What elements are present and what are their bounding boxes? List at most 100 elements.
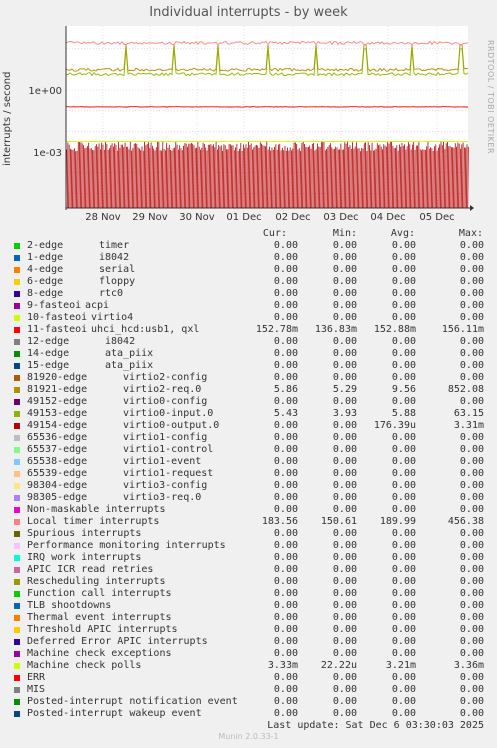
- legend-row: TLB shootdowns 0.00 0.00 0.00 0.00: [0, 600, 497, 612]
- legend-swatch: [14, 447, 20, 453]
- legend-desc: virtio1-request: [123, 468, 214, 479]
- legend-row: Function call interrupts 0.00 0.00 0.00 0.00: [0, 588, 497, 600]
- legend-swatch: [14, 543, 20, 549]
- legend-max: 0.00: [459, 648, 484, 659]
- legend-swatch: [14, 531, 20, 537]
- legend-row: 49154-edge virtio0-output.0 0.00 0.00 176.39…: [0, 420, 497, 432]
- legend-row: 81921-edge virtio2-req.0 5.86 5.29 9.56 852.0…: [0, 384, 497, 396]
- legend-swatch: [14, 411, 20, 417]
- y-tick-label: 1e-03: [33, 148, 62, 159]
- x-axis-arrow: [470, 205, 474, 211]
- legend-row: 98304-edge virtio3-config 0.00 0.00 0.00 0.00: [0, 480, 497, 492]
- legend-name: 4-edge: [27, 264, 64, 275]
- legend-max: 156.11m: [441, 324, 484, 335]
- legend-max: 0.00: [459, 264, 484, 275]
- legend-name: 65536-edge: [27, 432, 88, 443]
- legend-row: 14-edge ata_piix 0.00 0.00 0.00 0.00: [0, 348, 497, 360]
- legend-name: Local timer interrupts: [27, 516, 160, 527]
- legend-name: Rescheduling interrupts: [27, 576, 166, 587]
- legend-swatch: [14, 351, 20, 357]
- legend-desc: serial: [99, 264, 136, 275]
- legend-swatch: [14, 315, 20, 321]
- legend-row: 6-edge floppy 0.00 0.00 0.00 0.00: [0, 276, 497, 288]
- header-cur: Cur:: [262, 228, 287, 239]
- legend-max: 0.00: [459, 360, 484, 371]
- legend-name: 8-edge: [27, 288, 64, 299]
- legend-swatch: [14, 567, 20, 573]
- legend-desc: virtio2-req.0: [123, 384, 202, 395]
- legend-name: APIC ICR read retries: [27, 564, 154, 575]
- legend-max: 0.00: [459, 444, 484, 455]
- legend-desc: i8042: [105, 336, 136, 347]
- legend-swatch: [14, 387, 20, 393]
- x-tick-label: 30 Nov: [179, 212, 215, 223]
- legend-row: Spurious interrupts 0.00 0.00 0.00 0.00: [0, 528, 497, 540]
- legend-desc: virtio0-config: [123, 396, 208, 407]
- legend-name: 10-fasteoi: [27, 312, 88, 323]
- legend-row: 15-edge ata_piix 0.00 0.00 0.00 0.00: [0, 360, 497, 372]
- legend-row: Non-maskable interrupts 0.00 0.00 0.00 0.00: [0, 504, 497, 516]
- legend-row: 65539-edge virtio1-request 0.00 0.00 0.00 0.0…: [0, 468, 497, 480]
- legend-max: 0.00: [459, 504, 484, 515]
- x-tick-label: 02 Dec: [275, 212, 310, 223]
- legend-row: Machine check exceptions 0.00 0.00 0.00 0.00: [0, 648, 497, 660]
- legend-desc: rtc0: [99, 288, 124, 299]
- legend-name: Posted-interrupt notification event: [27, 696, 238, 707]
- legend-max: 0.00: [459, 624, 484, 635]
- legend-swatch: [14, 579, 20, 585]
- legend-swatch: [14, 267, 20, 273]
- legend-max: 0.00: [459, 288, 484, 299]
- legend-swatch: [14, 435, 20, 441]
- legend-swatch: [14, 555, 20, 561]
- legend-desc: virtio1-config: [123, 432, 208, 443]
- legend-name: 98304-edge: [27, 480, 88, 491]
- legend-name: 2-edge: [27, 240, 64, 251]
- legend-row: MIS 0.00 0.00 0.00 0.00: [0, 684, 497, 696]
- x-tick-label: 28 Nov: [85, 212, 121, 223]
- legend-name: 6-edge: [27, 276, 64, 287]
- legend-max: 456.38: [447, 516, 484, 527]
- legend-name: 49154-edge: [27, 420, 88, 431]
- legend-row: IRQ work interrupts 0.00 0.00 0.00 0.00: [0, 552, 497, 564]
- legend-row: 65538-edge virtio1-event 0.00 0.00 0.00 0.00: [0, 456, 497, 468]
- legend-max: 0.00: [459, 300, 484, 311]
- legend-max: 0.00: [459, 456, 484, 467]
- x-tick-label: 29 Nov: [132, 212, 168, 223]
- legend-max: 0.00: [459, 240, 484, 251]
- y-tick-label: 1e+00: [28, 86, 62, 97]
- legend-name: 1-edge: [27, 252, 64, 263]
- munin-version: Munin 2.0.33-1: [218, 732, 279, 741]
- legend-row: 98305-edge virtio3-req.0 0.00 0.00 0.00 0.00: [0, 492, 497, 504]
- legend-swatch: [14, 675, 20, 681]
- legend-row: 2-edge timer 0.00 0.00 0.00 0.00: [0, 240, 497, 252]
- legend-swatch: [14, 687, 20, 693]
- legend-row: ERR 0.00 0.00 0.00 0.00: [0, 672, 497, 684]
- legend-max: 0.00: [459, 576, 484, 587]
- legend-name: IRQ work interrupts: [27, 552, 142, 563]
- legend-name: Posted-interrupt wakeup event: [27, 708, 202, 719]
- legend-name: Machine check polls: [27, 660, 142, 671]
- legend-max: 0.00: [459, 672, 484, 683]
- x-tick-label: 05 Dec: [419, 212, 454, 223]
- legend-max: 0.00: [459, 552, 484, 563]
- legend-name: 65538-edge: [27, 456, 88, 467]
- legend-name: 65537-edge: [27, 444, 88, 455]
- legend-name: Non-maskable interrupts: [27, 504, 166, 515]
- legend-swatch: [14, 327, 20, 333]
- legend-name: 98305-edge: [27, 492, 88, 503]
- legend-row: 81920-edge virtio2-config 0.00 0.00 0.00 0.00: [0, 372, 497, 384]
- legend-swatch: [14, 699, 20, 705]
- legend-row: 49152-edge virtio0-config 0.00 0.00 0.00 0.00: [0, 396, 497, 408]
- legend-row: Deferred Error APIC interrupts 0.00 0.00 0.…: [0, 636, 497, 648]
- legend-desc: acpi: [85, 300, 110, 311]
- legend-max: 0.00: [459, 540, 484, 551]
- legend-name: ERR: [27, 672, 46, 683]
- legend-max: 0.00: [459, 492, 484, 503]
- legend-max: 0.00: [459, 432, 484, 443]
- header-min: Min:: [332, 228, 357, 239]
- legend-desc: timer: [99, 240, 130, 251]
- last-update: Last update: Sat Dec 6 03:30:03 2025: [267, 720, 484, 731]
- legend-swatch: [14, 651, 20, 657]
- legend-name: 65539-edge: [27, 468, 88, 479]
- legend-desc: virtio0-input.0: [123, 408, 214, 419]
